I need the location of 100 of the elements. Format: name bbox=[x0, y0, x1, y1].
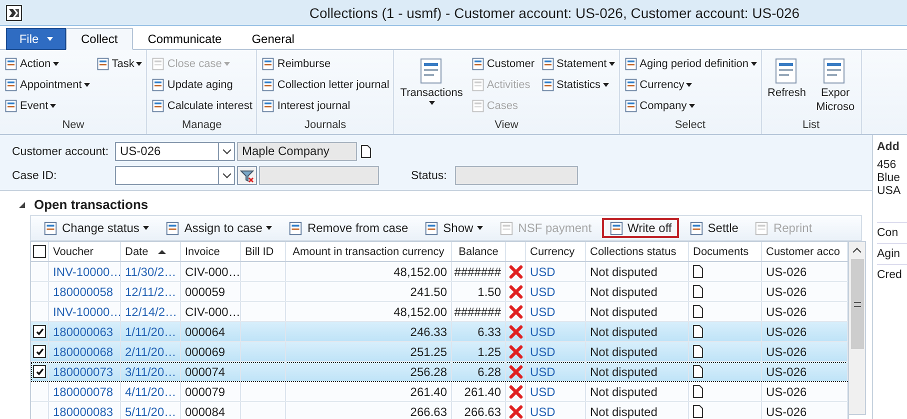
field-label: Status: bbox=[411, 170, 447, 182]
checkbox[interactable] bbox=[33, 325, 46, 338]
cell-link[interactable]: 180000058 bbox=[53, 284, 114, 298]
column-header[interactable]: Balance bbox=[458, 246, 498, 258]
table-cell: Not disputed bbox=[590, 344, 658, 358]
column-header[interactable]: Amount in transaction currency bbox=[292, 246, 444, 258]
document-icon[interactable] bbox=[693, 305, 703, 318]
ribbon-button[interactable]: Statement bbox=[540, 54, 616, 74]
cell-link[interactable]: 180000078 bbox=[53, 384, 114, 398]
cell-link[interactable]: USD bbox=[530, 304, 556, 318]
toolbar-button[interactable]: Change status bbox=[37, 218, 156, 238]
checkbox[interactable] bbox=[33, 365, 46, 378]
ribbon-button[interactable]: Appointment bbox=[3, 75, 91, 95]
ribbon-button[interactable]: Statistics bbox=[540, 75, 616, 95]
app-icon bbox=[6, 4, 22, 20]
cell-link[interactable]: 11/30/2… bbox=[125, 264, 176, 278]
cell-link[interactable]: 5/11/20… bbox=[125, 404, 176, 418]
document-icon[interactable] bbox=[693, 285, 703, 298]
cell-link[interactable]: USD bbox=[530, 284, 556, 298]
panel-link[interactable]: Agin bbox=[877, 243, 907, 264]
ribbon-tab[interactable]: Collect bbox=[66, 28, 133, 50]
ribbon-button[interactable]: Interest journal bbox=[260, 96, 390, 116]
customer-account-field[interactable]: US-026 bbox=[115, 142, 235, 161]
checkbox[interactable] bbox=[33, 245, 46, 258]
document-icon[interactable] bbox=[693, 345, 703, 358]
column-header[interactable]: Collections status bbox=[590, 246, 676, 258]
button-label: Transactions bbox=[400, 87, 463, 100]
address-line: 456 bbox=[877, 159, 898, 172]
toolbar-button[interactable]: Remove from case bbox=[282, 218, 414, 238]
ribbon-button[interactable]: Transactions bbox=[397, 54, 466, 107]
toolbar-button[interactable]: Write off bbox=[602, 218, 679, 238]
cell-link[interactable]: 1/11/20… bbox=[125, 324, 176, 338]
checkbox[interactable] bbox=[33, 345, 46, 358]
cell-link[interactable]: USD bbox=[530, 404, 556, 418]
column-header[interactable]: Customer acco bbox=[766, 246, 840, 258]
document-icon bbox=[624, 78, 638, 92]
document-icon[interactable] bbox=[693, 405, 703, 418]
document-icon[interactable] bbox=[693, 385, 703, 398]
ribbon-button[interactable]: Action bbox=[3, 54, 91, 74]
ribbon-button[interactable]: Customer bbox=[470, 54, 536, 74]
cell-link[interactable]: 180000073 bbox=[53, 364, 114, 378]
cell-link[interactable]: 2/11/20… bbox=[125, 344, 176, 358]
cell-link[interactable]: USD bbox=[530, 384, 556, 398]
column-header[interactable]: Date bbox=[125, 246, 148, 258]
ribbon-button[interactable]: Currency bbox=[622, 75, 758, 95]
ribbon-button[interactable]: Update aging bbox=[150, 75, 254, 95]
cell-link[interactable]: 180000063 bbox=[53, 324, 114, 338]
column-header[interactable]: Voucher bbox=[53, 246, 94, 258]
toolbar-button[interactable]: Assign to case bbox=[159, 218, 278, 238]
cell-link[interactable]: 180000068 bbox=[53, 344, 114, 358]
ribbon-button[interactable]: Refresh bbox=[764, 54, 810, 102]
ribbon-button[interactable]: Expor Microso bbox=[813, 54, 858, 116]
ribbon-button[interactable]: Task bbox=[94, 54, 144, 74]
ribbon-button[interactable]: Event bbox=[3, 96, 91, 116]
cell-link[interactable]: 3/11/20… bbox=[125, 364, 176, 378]
collapse-icon[interactable] bbox=[18, 200, 26, 208]
document-icon[interactable] bbox=[693, 325, 703, 338]
cell-link[interactable]: INV-10000… bbox=[53, 264, 120, 278]
filter-button[interactable] bbox=[237, 166, 257, 185]
document-icon bbox=[261, 99, 276, 113]
document-icon[interactable] bbox=[693, 265, 703, 278]
ribbon-button[interactable]: Reimburse bbox=[260, 54, 390, 74]
panel-link[interactable]: Cred bbox=[877, 264, 907, 285]
toolbar-button[interactable]: Show bbox=[418, 218, 490, 238]
document-icon[interactable] bbox=[693, 365, 703, 378]
cell-link[interactable]: 4/11/20… bbox=[125, 384, 176, 398]
table-cell: 000074 bbox=[185, 364, 226, 378]
cell-link[interactable]: USD bbox=[530, 344, 556, 358]
column-header[interactable]: Documents bbox=[693, 246, 749, 258]
ribbon-button[interactable]: Collection letter journal bbox=[260, 75, 390, 95]
ribbon-tab[interactable]: Communicate bbox=[132, 28, 237, 50]
column-header[interactable]: Currency bbox=[530, 246, 575, 258]
cell-link[interactable]: USD bbox=[530, 264, 556, 278]
scroll-thumb[interactable] bbox=[850, 259, 864, 349]
ribbon-button[interactable]: Company bbox=[622, 96, 758, 116]
column-header[interactable]: Invoice bbox=[185, 246, 220, 258]
ribbon-button[interactable]: Calculate interest bbox=[150, 96, 254, 116]
panel-link[interactable]: Con bbox=[877, 222, 907, 243]
ribbon-tab[interactable]: General bbox=[236, 28, 310, 50]
cell-link[interactable]: 12/14/2… bbox=[125, 304, 178, 318]
table-cell: 266.63 bbox=[410, 404, 447, 418]
toolbar-button[interactable]: Settle bbox=[682, 218, 744, 238]
table-cell: Not disputed bbox=[590, 264, 658, 278]
cell-link[interactable]: 12/11/2… bbox=[125, 284, 176, 298]
ribbon-button[interactable]: Aging period definition bbox=[622, 54, 758, 74]
case-id-field[interactable] bbox=[115, 166, 235, 185]
table-cell: Not disputed bbox=[590, 384, 658, 398]
document-icon bbox=[470, 78, 485, 92]
caret-icon bbox=[602, 83, 609, 87]
cell-link[interactable]: USD bbox=[530, 324, 556, 338]
cell-link[interactable]: USD bbox=[530, 364, 556, 378]
scrollbar[interactable] bbox=[849, 241, 866, 415]
cell-link[interactable]: INV-10000… bbox=[53, 304, 120, 318]
column-header[interactable]: Bill ID bbox=[245, 246, 274, 258]
table-cell: ####### bbox=[454, 304, 501, 318]
cell-link[interactable]: 180000083 bbox=[53, 404, 114, 418]
address-line: Blue bbox=[877, 172, 902, 185]
table-cell: 000059 bbox=[185, 284, 226, 298]
file-menu-button[interactable]: File bbox=[6, 28, 66, 50]
document-icon[interactable] bbox=[361, 145, 371, 158]
